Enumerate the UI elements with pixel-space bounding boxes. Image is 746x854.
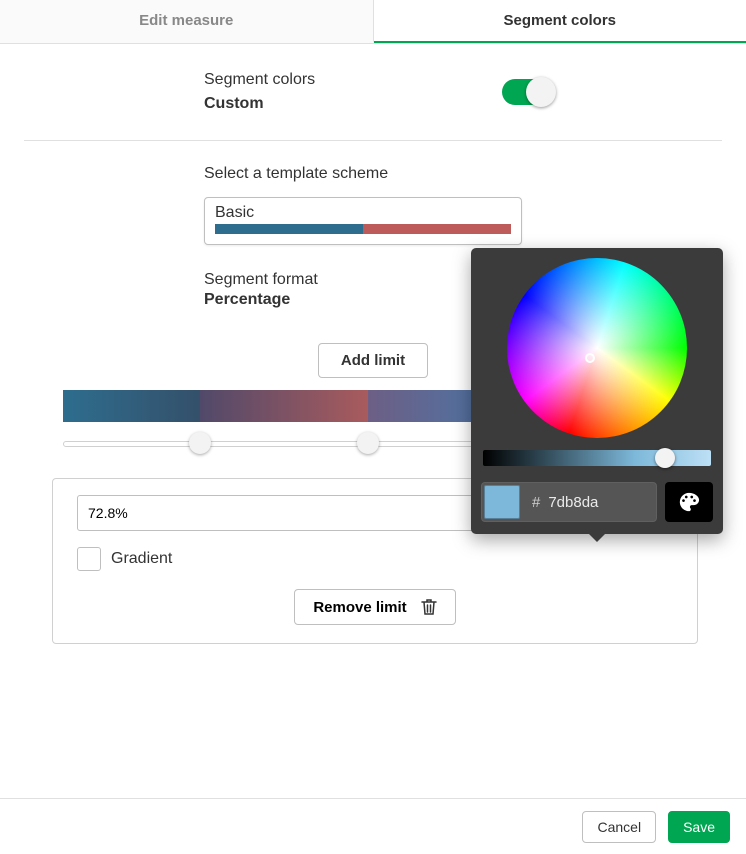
dialog-footer: Cancel Save — [0, 798, 746, 854]
lightness-slider[interactable] — [483, 450, 711, 466]
dialog-content: Segment colors Custom Select a template … — [0, 44, 746, 854]
segment-1 — [63, 390, 200, 422]
limit-handle-1[interactable] — [189, 432, 211, 454]
template-scheme-preview — [215, 224, 511, 234]
popover-tail — [589, 534, 605, 542]
gradient-checkbox-label: Gradient — [111, 550, 172, 568]
segment-colors-toggle[interactable] — [502, 79, 552, 105]
color-wheel[interactable] — [507, 258, 687, 438]
current-color-swatch — [484, 485, 520, 519]
template-scheme-select[interactable]: Basic — [204, 197, 522, 245]
save-button[interactable]: Save — [668, 811, 730, 843]
segment-colors-title-block: Segment colors Custom — [204, 68, 315, 116]
segment-colors-mode: Custom — [204, 92, 315, 116]
hex-hash: # — [532, 494, 540, 511]
gradient-checkbox-row: Gradient — [77, 547, 673, 571]
palette-icon — [678, 491, 700, 513]
hex-input-row: # 7db8da — [481, 482, 713, 522]
toggle-knob — [526, 77, 556, 107]
dialog-tabs: Edit measure Segment colors — [0, 0, 746, 44]
remove-limit-button[interactable]: Remove limit — [294, 589, 455, 625]
button-label: Add limit — [341, 352, 405, 369]
tab-label: Segment colors — [503, 12, 616, 29]
remove-limit-row: Remove limit — [77, 589, 673, 625]
lightness-knob[interactable] — [655, 448, 675, 468]
color-picker-popover: # 7db8da — [471, 248, 723, 534]
add-limit-button[interactable]: Add limit — [318, 343, 428, 378]
tab-label: Edit measure — [139, 12, 233, 29]
gradient-checkbox[interactable] — [77, 547, 101, 571]
limit-handle-2[interactable] — [357, 432, 379, 454]
cancel-button[interactable]: Cancel — [582, 811, 656, 843]
tab-segment-colors[interactable]: Segment colors — [374, 0, 746, 43]
hex-input[interactable]: # 7db8da — [481, 482, 657, 522]
segment-colors-title: Segment colors — [204, 68, 315, 92]
segment-colors-dialog: Edit measure Segment colors Segment colo… — [0, 0, 746, 854]
hex-value-text: 7db8da — [548, 494, 598, 511]
segment-2 — [200, 390, 367, 422]
color-wheel-cursor[interactable] — [585, 353, 595, 363]
template-scheme-name: Basic — [215, 204, 511, 222]
color-wheel-wrap — [471, 248, 723, 438]
trash-icon — [421, 598, 437, 616]
segment-colors-header: Segment colors Custom — [24, 44, 722, 140]
template-scheme-block: Select a template scheme Basic — [24, 141, 722, 245]
button-label: Cancel — [597, 819, 641, 835]
template-scheme-label: Select a template scheme — [204, 165, 722, 183]
tab-edit-measure[interactable]: Edit measure — [0, 0, 374, 43]
button-label: Remove limit — [313, 599, 406, 616]
palette-button[interactable] — [665, 482, 713, 522]
button-label: Save — [683, 819, 715, 835]
